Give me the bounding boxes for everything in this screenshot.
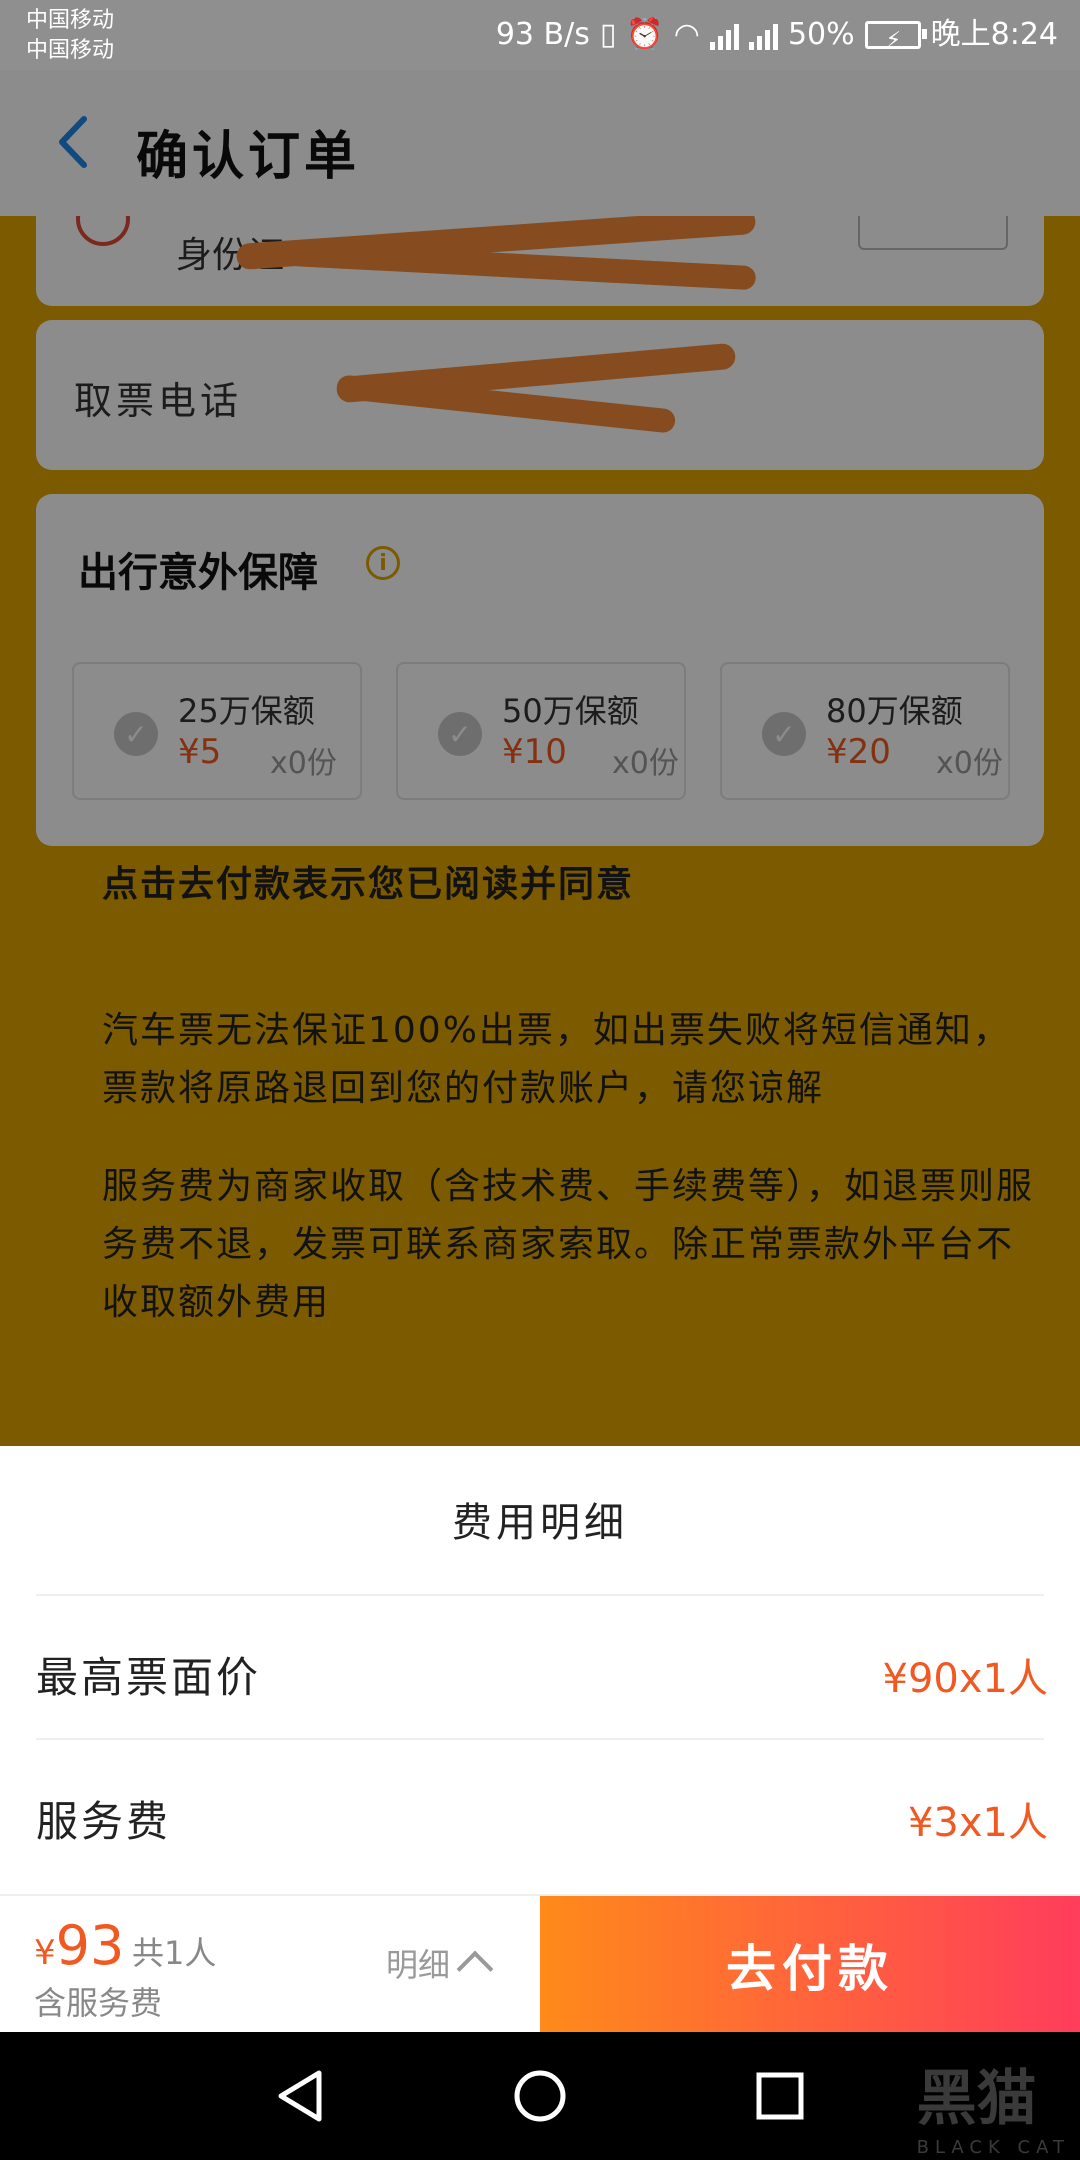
phone-label: 取票电话	[74, 379, 243, 423]
bottom-action-bar: ¥93 共1人 含服务费 明细 去付款	[0, 1894, 1080, 2034]
agreement-prefix: 点击去付款表示您已阅读并同意	[102, 864, 635, 905]
phone-card: 取票电话	[36, 320, 1044, 470]
watermark-text: 黑猫	[916, 2064, 1037, 2134]
check-icon: ✓	[762, 712, 806, 756]
divider	[36, 1738, 1044, 1740]
plan-count: x0份	[936, 746, 1003, 781]
app-header: 确认订单	[0, 70, 1080, 216]
chevron-up-icon	[456, 1950, 494, 1988]
divider	[36, 1594, 1044, 1596]
status-indicators: 93 B/s ▯ ⏰ ◠ 50% ⚡ 晚上8:24	[496, 12, 1058, 58]
total-price: ¥93	[34, 1914, 124, 1977]
insurance-card: 出行意外保障 i ✓ 25万保额 ¥5 x0份 ✓ 50万保额 ¥10 x0份 …	[36, 494, 1044, 846]
page-title: 确认订单	[136, 127, 361, 187]
plan-name: 80万保额	[826, 692, 963, 730]
vibrate-icon: ▯	[599, 17, 617, 52]
network-speed: 93 B/s	[495, 17, 590, 52]
total-amount: 93	[55, 1914, 125, 1977]
pay-button[interactable]: 去付款	[540, 1896, 1080, 2034]
info-icon: i	[34, 1166, 78, 1210]
info-icon: i	[34, 1010, 78, 1054]
nav-recents-icon[interactable]	[742, 2058, 818, 2134]
back-arrow-icon[interactable]	[42, 110, 102, 174]
agreement-note-text: 点击去付款表示您已阅读并同意 《汽车票预订协议》	[102, 856, 1042, 972]
ticket-notice-text: 汽车票无法保证100%出票，如出票失败将短信通知，票款将原路退回到您的付款账户，…	[102, 1010, 1011, 1109]
check-icon: ✓	[438, 712, 482, 756]
info-icon[interactable]: i	[366, 546, 400, 580]
insurance-plan-50[interactable]: ✓ 50万保额 ¥10 x0份	[396, 662, 686, 800]
watermark-logo: 黑猫 BLACK CAT	[917, 2050, 1070, 2158]
status-bar: 中国移动 中国移动 93 B/s ▯ ⏰ ◠ 50% ⚡ 晚上8:24	[0, 0, 1080, 70]
info-icon: i	[34, 864, 78, 908]
battery-percent: 50%	[787, 17, 855, 52]
detail-label: 明细	[386, 1946, 451, 1984]
check-icon: ✓	[114, 712, 158, 756]
fee-value-ticket: ¥90x1人	[882, 1656, 1048, 1702]
nav-home-icon[interactable]	[502, 2058, 578, 2134]
service-notice-text: 服务费为商家收取（含技术费、手续费等），如退票则服务费不退，发票可联系商家索取。…	[102, 1166, 1035, 1323]
fee-label-service: 服务费	[36, 1797, 172, 1846]
fee-value-service: ¥3x1人	[907, 1800, 1048, 1846]
nav-back-icon[interactable]	[262, 2058, 338, 2134]
insurance-plan-25[interactable]: ✓ 25万保额 ¥5 x0份	[72, 662, 362, 800]
plan-price: ¥10	[502, 732, 567, 772]
detail-toggle[interactable]: 明细	[386, 1940, 494, 1988]
system-nav-bar: 黑猫 BLACK CAT	[0, 2032, 1080, 2160]
insurance-title: 出行意外保障 i	[78, 540, 400, 598]
plan-price: ¥20	[826, 732, 891, 772]
carrier-2: 中国移动	[26, 38, 115, 63]
people-count: 共1人	[132, 1934, 217, 1972]
plan-name: 25万保额	[178, 692, 315, 730]
fee-detail-sheet: 费用明细 最高票面价 ¥90x1人 服务费 ¥3x1人	[0, 1446, 1080, 1894]
currency-symbol: ¥	[34, 1933, 56, 1973]
plan-count: x0份	[270, 746, 337, 781]
clock: 晚上8:24	[930, 17, 1058, 52]
wifi-icon: ◠	[673, 17, 700, 52]
service-fee-note: 含服务费	[34, 1984, 163, 2022]
agreement-link[interactable]: 《汽车票预订协议》	[102, 914, 1042, 972]
alarm-icon: ⏰	[626, 17, 664, 52]
plan-name: 50万保额	[502, 692, 639, 730]
plan-count: x0份	[612, 746, 679, 781]
sheet-title: 费用明细	[452, 1500, 628, 1546]
plan-price: ¥5	[178, 732, 222, 772]
signal-4g-icon	[709, 20, 739, 50]
passenger-select-radio[interactable]	[76, 216, 130, 246]
battery-icon: ⚡	[864, 21, 927, 53]
signal-2g-icon	[748, 20, 778, 50]
insurance-title-text: 出行意外保障	[78, 550, 318, 596]
order-content: 身份证 取票电话 出行意外保障 i ✓ 25万保额 ¥5 x0份 ✓ 50万保额…	[0, 216, 1080, 1446]
carrier-1: 中国移动	[26, 8, 115, 33]
fee-label-ticket: 最高票面价	[36, 1653, 262, 1702]
carrier-info: 中国移动 中国移动	[26, 6, 114, 66]
passenger-id-card: 身份证	[36, 216, 1044, 306]
watermark-sub: BLACK CAT	[916, 2137, 1070, 2158]
insurance-plan-80[interactable]: ✓ 80万保额 ¥20 x0份	[720, 662, 1010, 800]
edit-passenger-button[interactable]	[858, 216, 1008, 250]
